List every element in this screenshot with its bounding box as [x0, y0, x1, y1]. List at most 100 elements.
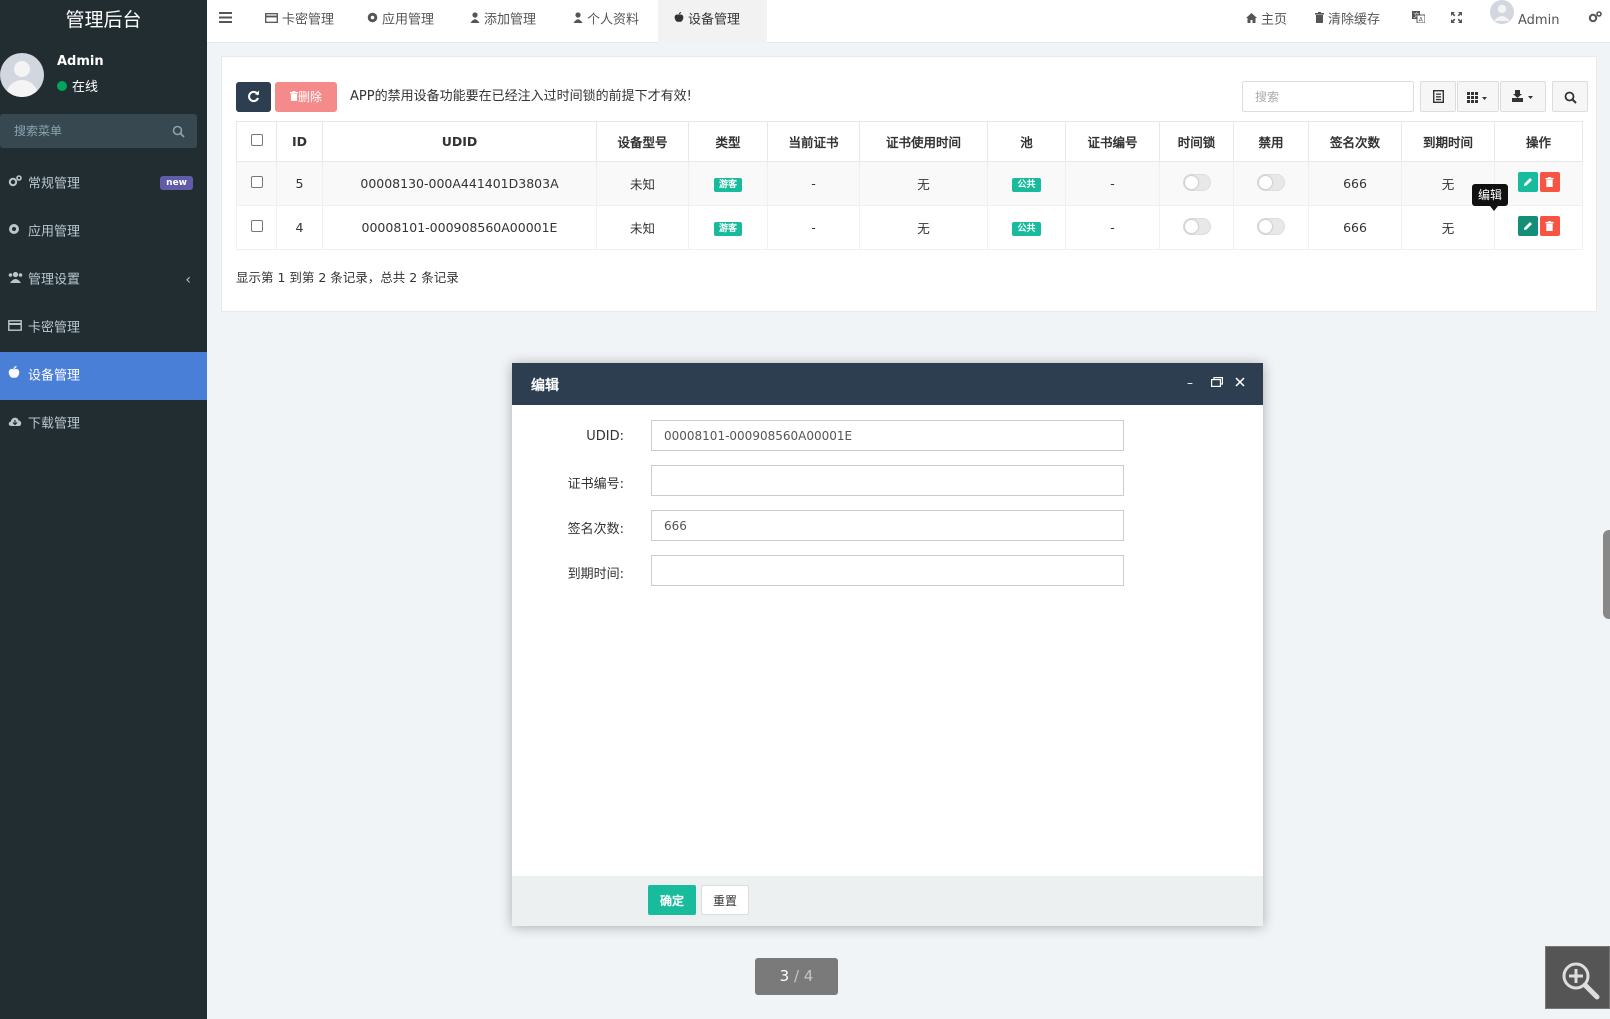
udid-label: UDID:	[586, 429, 624, 444]
pool-badge: 公共	[1012, 178, 1041, 192]
top-navbar: 卡密管理 应用管理 添加管理 个人资料 设备管理 主页 清除缓存 文A Admi…	[207, 0, 1610, 43]
app-logo[interactable]: 管理后台	[0, 0, 207, 40]
cell-pool: 公共	[987, 205, 1066, 250]
apple-icon	[674, 0, 684, 40]
maximize-button[interactable]	[1211, 375, 1223, 391]
cell-expire: 无	[1401, 205, 1495, 250]
minimize-button[interactable]: –	[1187, 375, 1193, 391]
zoom-button[interactable]	[1545, 946, 1610, 1009]
export-button[interactable]	[1500, 81, 1546, 112]
circle-icon	[8, 208, 24, 256]
udid-field[interactable]	[651, 420, 1124, 451]
col-pool[interactable]: 池	[987, 121, 1066, 162]
list-icon	[1433, 90, 1444, 103]
time-lock-toggle[interactable]	[1182, 173, 1211, 191]
sidebar-item-settings[interactable]: 管理设置 ‹	[0, 256, 207, 304]
col-disabled[interactable]: 禁用	[1233, 121, 1309, 162]
tab-apps[interactable]: 应用管理	[367, 0, 434, 43]
row-checkbox[interactable]	[250, 220, 263, 232]
menu-search	[0, 114, 197, 148]
col-model[interactable]: 设备型号	[596, 121, 689, 162]
sidebar: 管理后台 Admin 在线 常规管理 new 应用管理 管理设置 ‹ 卡密管理 …	[0, 0, 207, 1019]
delete-row-button[interactable]	[1539, 172, 1560, 192]
col-cert[interactable]: 当前证书	[767, 121, 860, 162]
gears-icon	[1588, 11, 1602, 27]
col-id[interactable]: ID	[276, 121, 323, 162]
col-cert-time[interactable]: 证书使用时间	[859, 121, 988, 162]
clear-cache-button[interactable]: 清除缓存	[1315, 0, 1380, 43]
user-icon	[573, 0, 583, 40]
cell-model: 未知	[596, 205, 689, 250]
device-panel: 删除 APP的禁用设备功能要在已经注入过时间锁的前提下才有效! ID UDID …	[221, 56, 1597, 312]
sidebar-item-apps[interactable]: 应用管理	[0, 208, 207, 256]
grid-icon	[1467, 92, 1487, 103]
admin-user-menu[interactable]: Admin	[1490, 0, 1559, 43]
cell-sign-count: 666	[1308, 161, 1402, 206]
tab-devices[interactable]: 设备管理	[658, 0, 767, 43]
gears-icon	[8, 160, 24, 208]
refresh-button[interactable]	[236, 82, 271, 112]
type-badge: 游客	[713, 222, 742, 236]
close-button[interactable]	[1235, 375, 1245, 391]
col-cert-no[interactable]: 证书编号	[1065, 121, 1160, 162]
table-summary: 显示第 1 到第 2 条记录，总共 2 条记录	[236, 270, 459, 285]
cert-no-field[interactable]	[651, 465, 1124, 496]
sidebar-item-general[interactable]: 常规管理 new	[0, 160, 207, 208]
translate-button[interactable]: 文A	[1412, 0, 1426, 43]
cell-udid: 00008101-000908560A00001E	[322, 205, 597, 250]
menu-toggle[interactable]	[219, 0, 239, 43]
cell-cert-no: -	[1065, 205, 1160, 250]
modal-header[interactable]: 编辑 –	[512, 363, 1263, 405]
menu-search-input[interactable]	[6, 114, 166, 148]
delete-button[interactable]: 删除	[275, 82, 337, 112]
tab-cards[interactable]: 卡密管理	[265, 0, 334, 43]
edit-button[interactable]	[1517, 216, 1538, 236]
row-checkbox[interactable]	[250, 176, 263, 188]
settings-button[interactable]	[1588, 0, 1602, 43]
user-avatar-icon	[1490, 0, 1514, 41]
select-all-checkbox[interactable]	[250, 134, 263, 146]
search-toggle-button[interactable]	[1552, 81, 1588, 112]
expire-label: 到期时间:	[567, 567, 624, 582]
edit-button[interactable]	[1517, 172, 1538, 192]
refresh-icon	[248, 90, 259, 103]
disable-toggle[interactable]	[1257, 173, 1285, 191]
cell-cert: -	[767, 161, 860, 206]
home-link[interactable]: 主页	[1246, 0, 1287, 43]
col-expire[interactable]: 到期时间	[1401, 121, 1495, 162]
search-icon[interactable]	[172, 123, 185, 142]
tab-add[interactable]: 添加管理	[470, 0, 536, 43]
disable-toggle[interactable]	[1257, 217, 1285, 235]
credit-card-icon	[265, 0, 278, 40]
col-type[interactable]: 类型	[688, 121, 768, 162]
pool-badge: 公共	[1012, 222, 1041, 236]
reset-button[interactable]: 重置	[701, 885, 749, 915]
table-search-input[interactable]	[1242, 81, 1414, 112]
col-udid[interactable]: UDID	[322, 121, 597, 162]
sidebar-menu: 常规管理 new 应用管理 管理设置 ‹ 卡密管理 设备管理 下载管理	[0, 160, 207, 448]
sign-count-field[interactable]	[651, 510, 1124, 541]
confirm-button[interactable]: 确定	[648, 885, 696, 915]
tab-profile[interactable]: 个人资料	[573, 0, 639, 43]
trash-icon	[1544, 221, 1554, 231]
row-select-cell	[236, 205, 277, 250]
users-icon	[8, 256, 24, 304]
col-sign-count[interactable]: 签名次数	[1308, 121, 1402, 162]
fullscreen-button[interactable]	[1451, 0, 1462, 43]
expire-field[interactable]	[651, 555, 1124, 586]
search-icon	[1564, 91, 1577, 104]
col-time-lock[interactable]: 时间锁	[1159, 121, 1234, 162]
time-lock-toggle[interactable]	[1182, 217, 1211, 235]
device-table: ID UDID 设备型号 类型 当前证书 证书使用时间 池 证书编号 时间锁 禁…	[236, 121, 1583, 250]
edit-modal: 编辑 – UDID: 证书编号: 签名次数: 到期时间: 确定 重置	[512, 363, 1263, 926]
sidebar-item-downloads[interactable]: 下载管理	[0, 400, 207, 448]
toggle-view-button[interactable]	[1420, 81, 1456, 112]
cell-pool: 公共	[987, 161, 1066, 206]
trash-icon	[1544, 177, 1554, 187]
sidebar-item-devices[interactable]: 设备管理	[0, 352, 207, 400]
trash-icon	[289, 90, 298, 104]
delete-row-button[interactable]	[1539, 216, 1560, 236]
side-drawer-handle[interactable]	[1603, 530, 1610, 619]
columns-button[interactable]	[1457, 81, 1499, 112]
sidebar-item-cards[interactable]: 卡密管理	[0, 304, 207, 352]
